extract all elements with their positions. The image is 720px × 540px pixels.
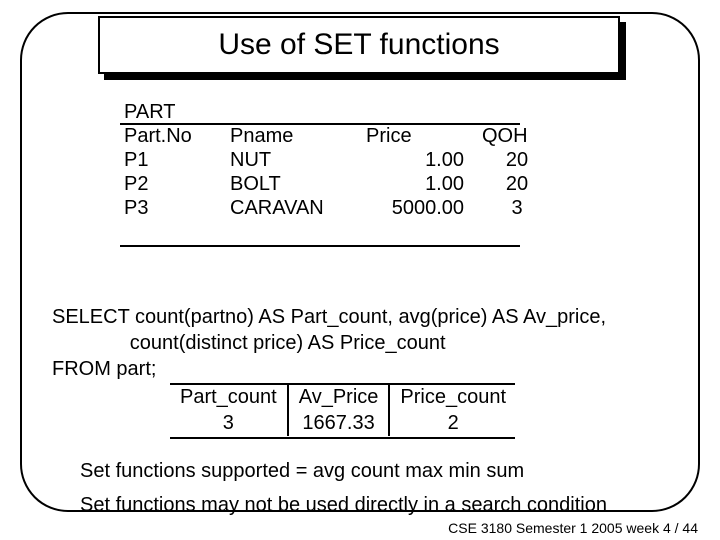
- cell-pname: NUT: [218, 148, 362, 172]
- cell-qoh: 20: [478, 172, 556, 196]
- table-row: P3 CARAVAN 5000.00 3: [120, 196, 556, 220]
- cell-qoh: 3: [478, 196, 556, 220]
- sql-line-1: SELECT count(partno) AS Part_count, avg(…: [52, 306, 606, 328]
- note-search-condition: Set functions may not be used directly i…: [80, 492, 607, 518]
- part-header-pname: Pname: [218, 124, 362, 148]
- result-header-row: Part_count Av_Price Price_count: [170, 384, 516, 410]
- part-header-partno: Part.No: [120, 124, 218, 148]
- cell-pname: CARAVAN: [218, 196, 362, 220]
- result-header-partcount: Part_count: [170, 384, 288, 410]
- result-header-avprice: Av_Price: [288, 384, 390, 410]
- result-pricecount: 2: [389, 410, 516, 436]
- cell-price: 5000.00: [362, 196, 478, 220]
- title-box: Use of SET functions: [98, 16, 620, 74]
- cell-price: 1.00: [362, 172, 478, 196]
- result-table-top-line: [170, 383, 515, 385]
- part-table-top-line: [120, 123, 520, 125]
- part-table-caption: PART: [120, 100, 556, 124]
- part-table-header-row: Part.No Pname Price QOH: [120, 124, 556, 148]
- sql-block: SELECT count(partno) AS Part_count, avg(…: [52, 278, 606, 382]
- sql-line-2: count(distinct price) AS Price_count: [52, 332, 446, 354]
- sql-line-3: FROM part;: [52, 358, 156, 380]
- slide-title: Use of SET functions: [218, 28, 499, 62]
- result-row: 3 1667.33 2: [170, 410, 516, 436]
- part-table-bottom-line: [120, 245, 520, 247]
- result-avprice: 1667.33: [288, 410, 390, 436]
- part-header-price: Price: [362, 124, 478, 148]
- table-row: P2 BOLT 1.00 20: [120, 172, 556, 196]
- cell-qoh: 20: [478, 148, 556, 172]
- part-header-qoh: QOH: [478, 124, 556, 148]
- cell-pname: BOLT: [218, 172, 362, 196]
- result-header-pricecount: Price_count: [389, 384, 516, 410]
- cell-price: 1.00: [362, 148, 478, 172]
- slide-footer: CSE 3180 Semester 1 2005 week 4 / 44: [448, 520, 698, 536]
- result-partcount: 3: [170, 410, 288, 436]
- part-table: PART Part.No Pname Price QOH P1 NUT 1.00…: [120, 100, 556, 220]
- slide-body: PART Part.No Pname Price QOH P1 NUT 1.00…: [60, 100, 660, 500]
- result-table-bottom-line: [170, 437, 515, 439]
- slide: Use of SET functions PART Part.No Pname …: [0, 0, 720, 540]
- cell-partno: P3: [120, 196, 218, 220]
- part-table-caption-row: PART: [120, 100, 556, 124]
- result-table: Part_count Av_Price Price_count 3 1667.3…: [170, 384, 516, 436]
- cell-partno: P1: [120, 148, 218, 172]
- cell-partno: P2: [120, 172, 218, 196]
- table-row: P1 NUT 1.00 20: [120, 148, 556, 172]
- note-supported: Set functions supported = avg count max …: [80, 458, 524, 484]
